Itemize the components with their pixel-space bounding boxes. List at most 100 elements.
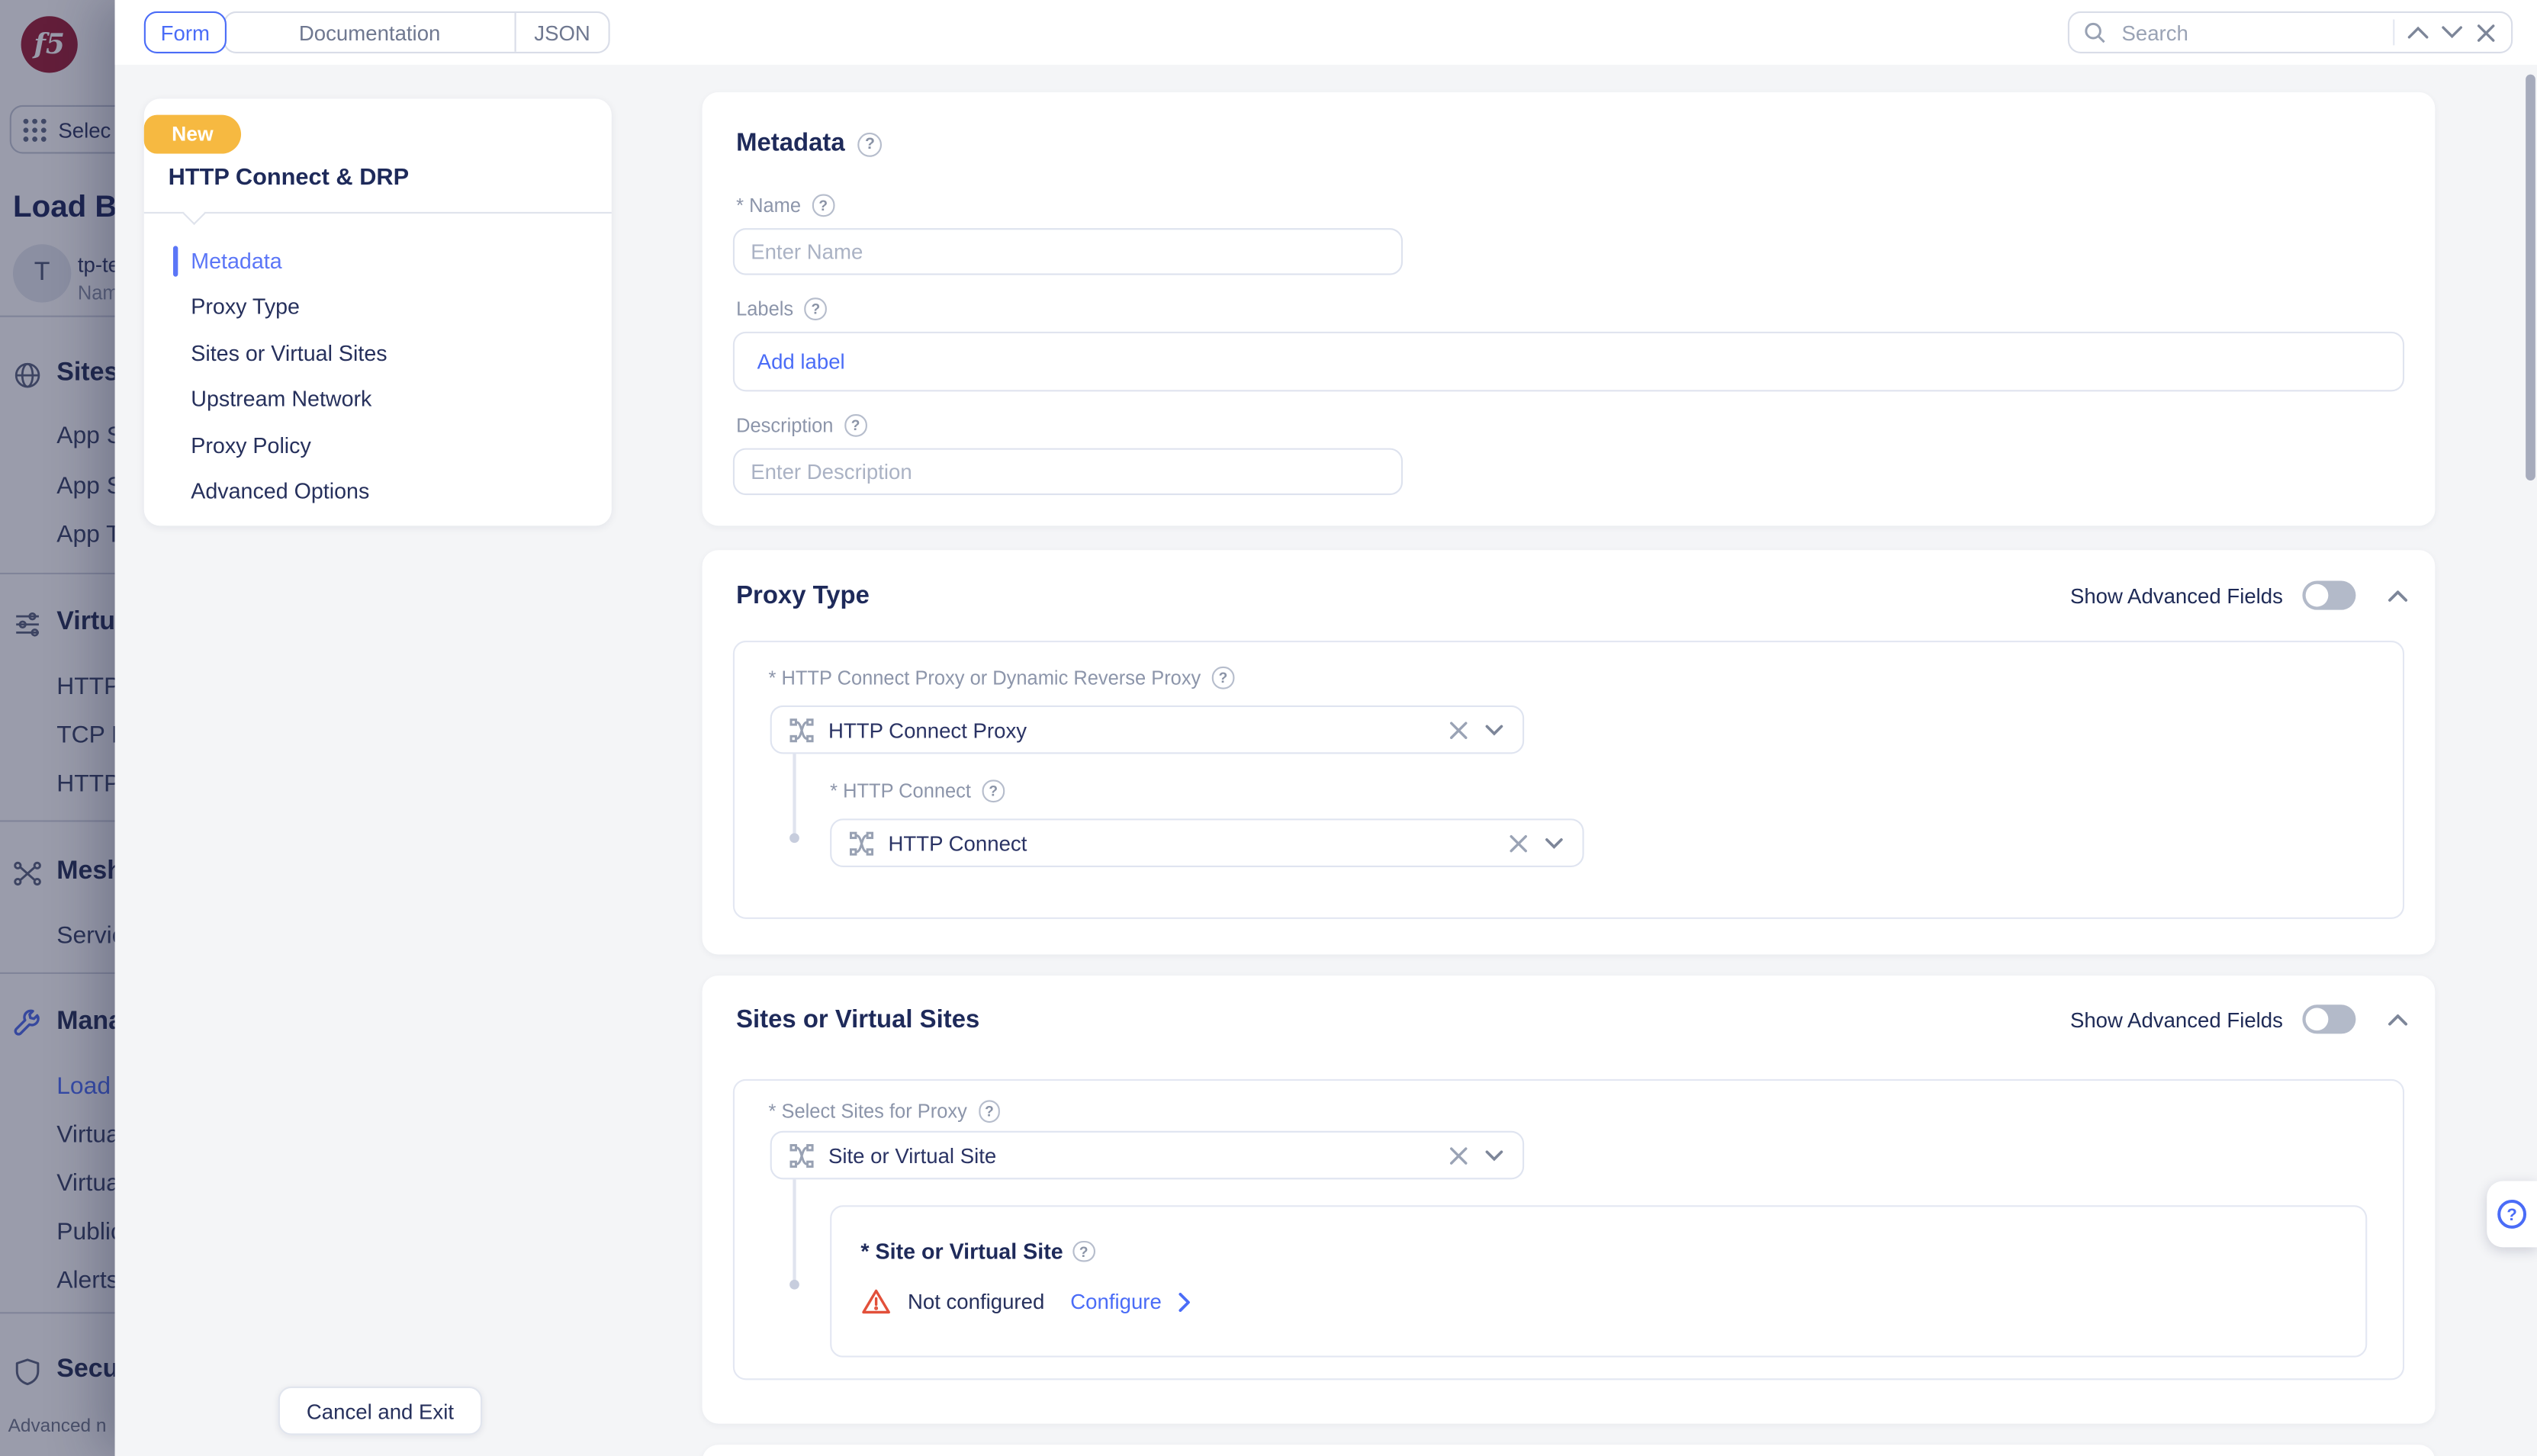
help-icon[interactable]	[812, 194, 834, 217]
metadata-section-card: Metadata * Name Labels Add label Descrip…	[703, 92, 2436, 526]
description-field-label: Description	[736, 414, 867, 437]
http-connect-select[interactable]: HTTP Connect	[830, 818, 1584, 867]
wizard-panel: FormDocumentationJSON	[114, 0, 2537, 1456]
wizard-step-proxy-policy[interactable]: Proxy Policy	[191, 423, 595, 468]
help-fab[interactable]: ?	[2487, 1181, 2537, 1247]
toggle-knob	[2306, 584, 2329, 607]
nesting-connector-dot	[789, 1280, 799, 1290]
selection-type-icon	[847, 829, 875, 857]
name-input[interactable]	[733, 228, 1403, 275]
labels-label-text: Labels	[736, 297, 793, 320]
sites-advanced-controls: Show Advanced Fields	[2070, 1004, 2407, 1033]
wizard-step-advanced-options[interactable]: Advanced Options	[191, 468, 595, 514]
nesting-connector-line	[793, 754, 796, 837]
wizard-step-label: Metadata	[191, 249, 281, 273]
help-icon[interactable]	[844, 415, 867, 437]
wizard-title-divider	[144, 212, 612, 214]
wizard-step-list: Metadata Proxy Type Sites or Virtual Sites…	[191, 238, 595, 515]
status-text: Not configured	[908, 1290, 1044, 1314]
chevron-down-icon[interactable]	[1484, 718, 1506, 741]
selection-type-icon	[788, 1141, 815, 1168]
tab-json[interactable]: JSON	[516, 13, 609, 52]
metadata-heading-text: Metadata	[736, 130, 845, 159]
site-config-card: * Site or Virtual Site Not configured Co…	[830, 1205, 2367, 1357]
next-section-card-partial	[703, 1445, 2436, 1456]
selection-type-icon	[788, 716, 815, 744]
metadata-heading: Metadata	[736, 130, 882, 159]
proxy-type-advanced-controls: Show Advanced Fields	[2070, 581, 2407, 610]
clear-selection-icon[interactable]	[1448, 1144, 1471, 1167]
description-label-text: Description	[736, 414, 833, 437]
wizard-nav-card: New HTTP Connect & DRP MetadataProxy Typ…	[144, 98, 612, 526]
wizard-step-metadata[interactable]: Metadata	[191, 238, 595, 284]
wizard-step-label: Sites or Virtual Sites	[191, 341, 387, 365]
help-icon[interactable]	[805, 298, 827, 320]
proxy-choice-select[interactable]: HTTP Connect Proxy	[770, 706, 1524, 754]
tab-form[interactable]: Form	[144, 11, 227, 53]
wizard-step-label: Advanced Options	[191, 479, 369, 503]
name-label-text: * Name	[736, 194, 801, 217]
site-select-value: Site or Virtual Site	[828, 1143, 1435, 1168]
view-tabs: FormDocumentationJSON	[144, 11, 610, 53]
show-advanced-toggle[interactable]	[2302, 581, 2355, 610]
wizard-step-upstream-network[interactable]: Upstream Network	[191, 376, 595, 422]
wizard-step-sites-or-virtual-sites[interactable]: Sites or Virtual Sites	[191, 330, 595, 376]
show-advanced-toggle[interactable]	[2302, 1004, 2355, 1033]
wizard-step-proxy-type[interactable]: Proxy Type	[191, 284, 595, 329]
labels-container: Add label	[733, 332, 2404, 391]
scrollbar-thumb[interactable]	[2525, 75, 2535, 481]
proxy-type-section-card: Proxy Type Show Advanced Fields * HTTP C…	[703, 550, 2436, 954]
sites-heading: Sites or Virtual Sites	[736, 1006, 979, 1035]
name-field-label: * Name	[736, 194, 834, 217]
app-root: f5 Selec Load Ba T tp-te Name SitesApp S…	[0, 0, 2537, 1456]
proxy-choice-value: HTTP Connect Proxy	[828, 718, 1435, 742]
site-config-label: * Site or Virtual Site	[860, 1239, 1095, 1264]
description-input[interactable]	[733, 448, 1403, 496]
show-advanced-label: Show Advanced Fields	[2070, 1007, 2283, 1031]
chevron-down-icon[interactable]	[1544, 831, 1567, 854]
proxy-choice-label: * HTTP Connect Proxy or Dynamic Reverse …	[769, 667, 1234, 689]
help-icon[interactable]	[982, 780, 1005, 802]
proxy-choice-label-text: * HTTP Connect Proxy or Dynamic Reverse …	[769, 667, 1201, 689]
clear-selection-icon[interactable]	[1448, 718, 1471, 741]
search-icon	[2085, 21, 2108, 44]
sites-fieldset: * Select Sites for Proxy Site or Virtual…	[733, 1079, 2404, 1380]
cancel-and-exit-button[interactable]: Cancel and Exit	[278, 1387, 482, 1435]
http-connect-value: HTTP Connect	[888, 831, 1494, 855]
sites-heading-text: Sites or Virtual Sites	[736, 1006, 979, 1035]
chevron-right-icon[interactable]	[1178, 1292, 1191, 1311]
collapse-section-icon[interactable]	[2388, 1014, 2407, 1025]
search-close-icon[interactable]	[2474, 21, 2497, 44]
collapse-section-icon[interactable]	[2388, 590, 2407, 601]
active-step-indicator	[173, 246, 178, 276]
site-config-label-text: * Site or Virtual Site	[860, 1239, 1063, 1264]
help-icon[interactable]	[858, 132, 883, 156]
proxy-type-fieldset: * HTTP Connect Proxy or Dynamic Reverse …	[733, 641, 2404, 919]
sites-section-card: Sites or Virtual Sites Show Advanced Fie…	[703, 975, 2436, 1424]
modal-dim-overlay[interactable]	[0, 0, 115, 1456]
add-label-button[interactable]: Add label	[757, 349, 845, 374]
site-select[interactable]: Site or Virtual Site	[770, 1131, 1524, 1180]
http-connect-label: * HTTP Connect	[830, 779, 1004, 802]
tab-documentation[interactable]: Documentation	[225, 13, 516, 52]
help-icon[interactable]	[1212, 667, 1234, 689]
chevron-down-icon[interactable]	[1484, 1144, 1506, 1167]
search-next-icon[interactable]	[2440, 21, 2463, 44]
wizard-title: HTTP Connect & DRP	[169, 165, 410, 191]
wizard-step-label: Proxy Policy	[191, 433, 311, 458]
search-input[interactable]	[2118, 18, 2382, 46]
proxy-type-heading: Proxy Type	[736, 583, 870, 612]
warning-icon	[860, 1287, 891, 1315]
help-icon[interactable]	[979, 1101, 1001, 1123]
proxy-type-heading-text: Proxy Type	[736, 583, 870, 612]
help-icon[interactable]	[1072, 1240, 1095, 1262]
labels-field-label: Labels	[736, 297, 827, 320]
clear-selection-icon[interactable]	[1508, 831, 1531, 854]
toggle-knob	[2306, 1008, 2329, 1030]
search-prev-icon[interactable]	[2407, 21, 2429, 44]
panel-header: FormDocumentationJSON	[114, 0, 2537, 65]
configure-link[interactable]: Configure	[1070, 1290, 1162, 1314]
svg-text:?: ?	[2506, 1205, 2517, 1224]
wizard-step-label: Proxy Type	[191, 295, 300, 320]
select-sites-label-text: * Select Sites for Proxy	[769, 1100, 967, 1123]
